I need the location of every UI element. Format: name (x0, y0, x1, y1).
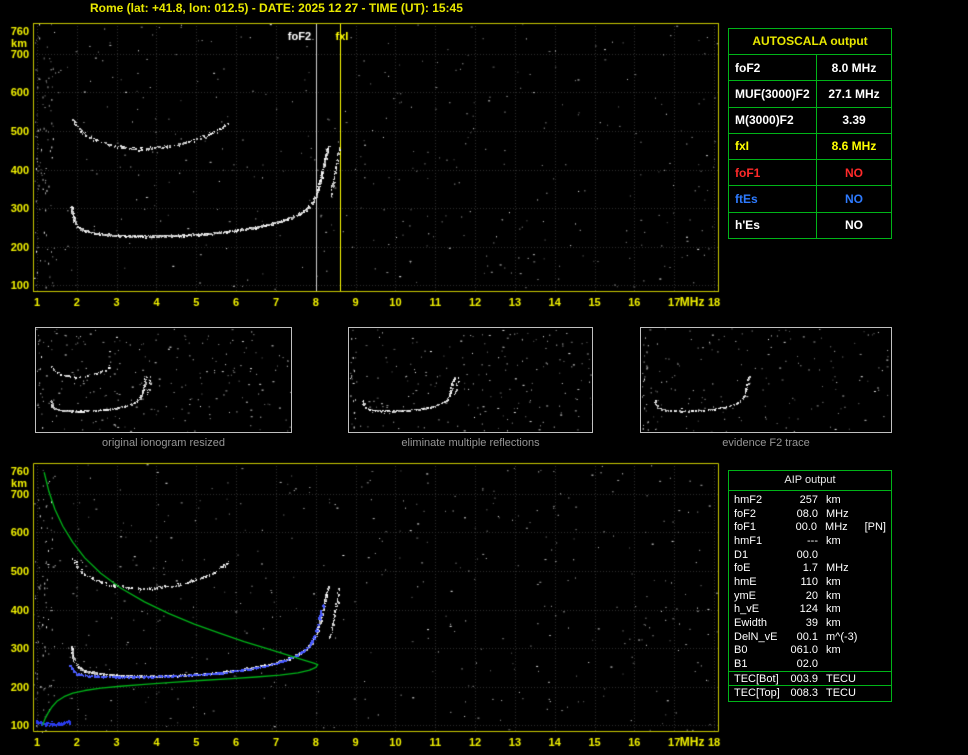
autoscala-row-value: NO (845, 218, 863, 233)
aip-row-value: 1.7 (802, 562, 818, 575)
autoscala-row-label: ftEs (729, 186, 817, 212)
aip-row-value: 00.0 (796, 548, 818, 561)
aip-row-label: Ewidth (734, 616, 768, 629)
autoscala-row-label: M(3000)F2 (729, 107, 817, 133)
aip-row-label: ymE (734, 589, 756, 602)
aip-output-table: AIP output hmF2 257 km foF2 08.0 MHz foF1 00.0 M… (728, 470, 892, 702)
aip-table-rows: hmF2 257 km foF2 08.0 MHz foF1 00.0 MHz [PN] hmF1 -… (729, 491, 891, 701)
aip-row-unit: km (826, 575, 841, 588)
autoscala-row-value: 27.1 MHz (828, 86, 880, 101)
aip-row: D1 00.0 (729, 548, 891, 562)
aip-row-unit: MHz (826, 562, 849, 575)
aip-row-value: 39 (805, 616, 818, 629)
aip-row-value: 124 (799, 603, 818, 616)
aip-row: DelN_vE 00.1 m^(-3) (729, 630, 891, 644)
aip-row-unit: MHz (825, 521, 848, 534)
aip-row: hmE 110 km (729, 575, 891, 589)
aip-row: TEC[Top] 008.3 TECU (729, 685, 891, 700)
thumbnail-evidence-f2-trace (640, 327, 892, 433)
aip-row-label: B0 (734, 644, 748, 657)
aip-row-label: hmF1 (734, 534, 763, 547)
aip-table-header: AIP output (729, 471, 891, 491)
autoscala-row-value: 8.0 MHz (831, 60, 877, 75)
autoscala-output-table: AUTOSCALA output foF2 8.0 MHz MUF(3000)F2 2… (728, 28, 892, 239)
top-ionogram-canvas (0, 16, 724, 316)
aip-row-label: B1 (734, 657, 748, 670)
autoscala-screen: Rome (lat: +41.8, lon: 012.5) - DATE: 20… (0, 0, 968, 755)
aip-row: foE 1.7 MHz (729, 561, 891, 575)
aip-row: h_vE 124 km (729, 602, 891, 616)
aip-row: B0 061.0 km (729, 643, 891, 657)
aip-row-unit: km (826, 603, 841, 616)
aip-row-value: 008.3 (790, 687, 818, 700)
aip-row-label: h_vE (734, 603, 760, 616)
aip-row-note: [PN] (864, 521, 886, 534)
aip-row-value: 061.0 (790, 644, 818, 657)
aip-row-label: TEC[Bot] (734, 672, 779, 685)
autoscala-row: MUF(3000)F2 27.1 MHz (729, 80, 891, 107)
aip-row: ymE 20 km (729, 589, 891, 603)
aip-row-unit: km (826, 616, 841, 629)
aip-row: hmF1 --- km (729, 534, 891, 548)
aip-row-label: foF2 (734, 507, 757, 520)
autoscala-row: foF1 NO (729, 159, 891, 186)
autoscala-row: M(3000)F2 3.39 (729, 106, 891, 133)
aip-row-unit: km (826, 589, 841, 602)
aip-row-value: 08.0 (796, 507, 818, 520)
autoscala-row-label: foF2 (729, 55, 817, 81)
aip-row-label: foF1 (734, 521, 757, 534)
aip-row-unit: MHz (826, 507, 849, 520)
autoscala-row-label: fxI (729, 133, 817, 160)
autoscala-table-header: AUTOSCALA output (752, 34, 868, 48)
autoscala-row: fxI 8.6 MHz (729, 132, 891, 160)
autoscala-row: ftEs NO (729, 185, 891, 212)
aip-row-unit: TECU (826, 672, 856, 685)
autoscala-row: h'Es NO (729, 211, 891, 238)
thumbnail-eliminate-reflections (348, 327, 593, 433)
autoscala-row-label: MUF(3000)F2 (729, 81, 817, 107)
aip-row-unit: km (826, 644, 841, 657)
aip-row-unit: km (826, 493, 841, 506)
autoscala-row-value: NO (845, 165, 863, 180)
aip-row: foF1 00.0 MHz [PN] (729, 520, 891, 534)
autoscala-row-value: 3.39 (842, 113, 866, 128)
aip-row: Ewidth 39 km (729, 616, 891, 630)
aip-row-value: --- (807, 534, 818, 547)
aip-row-label: foE (734, 562, 751, 575)
aip-row-value: 110 (800, 575, 818, 588)
aip-row-value: 00.1 (796, 630, 818, 643)
aip-row-label: DelN_vE (734, 630, 778, 643)
aip-row-label: hmE (734, 575, 757, 588)
aip-row-value: 003.9 (790, 672, 818, 685)
autoscala-row-value: 8.6 MHz (831, 139, 877, 154)
thumbnail-original-ionogram (35, 327, 292, 433)
aip-row-label: TEC[Top] (734, 687, 780, 700)
autoscala-row-label: h'Es (729, 212, 817, 238)
aip-row-value: 257 (799, 493, 818, 506)
aip-row-value: 02.0 (796, 657, 818, 670)
aip-row-unit: km (826, 534, 841, 547)
aip-row-unit: m^(-3) (826, 630, 858, 643)
aip-row-value: 20 (805, 589, 818, 602)
aip-row: foF2 08.0 MHz (729, 507, 891, 521)
aip-row: hmF2 257 km (729, 493, 891, 507)
thumbnail-caption: original ionogram resized (102, 437, 225, 449)
aip-row-value: 00.0 (795, 521, 818, 534)
autoscala-table-rows: foF2 8.0 MHz MUF(3000)F2 27.1 MHz M(3000)F2 3… (729, 54, 891, 238)
aip-row-label: hmF2 (734, 493, 763, 506)
thumbnail-caption: evidence F2 trace (722, 437, 810, 449)
autoscala-row: foF2 8.0 MHz (729, 54, 891, 81)
aip-row-unit: TECU (826, 687, 856, 700)
autoscala-row-value: NO (845, 192, 863, 207)
autoscala-row-label: foF1 (729, 160, 817, 186)
bottom-ionogram-canvas (0, 456, 724, 755)
thumbnail-caption: eliminate multiple reflections (401, 437, 540, 449)
aip-row: B1 02.0 (729, 657, 891, 671)
aip-row: TEC[Bot] 003.9 TECU (729, 670, 891, 686)
page-title: Rome (lat: +41.8, lon: 012.5) - DATE: 20… (90, 1, 463, 15)
aip-row-label: D1 (734, 548, 749, 561)
